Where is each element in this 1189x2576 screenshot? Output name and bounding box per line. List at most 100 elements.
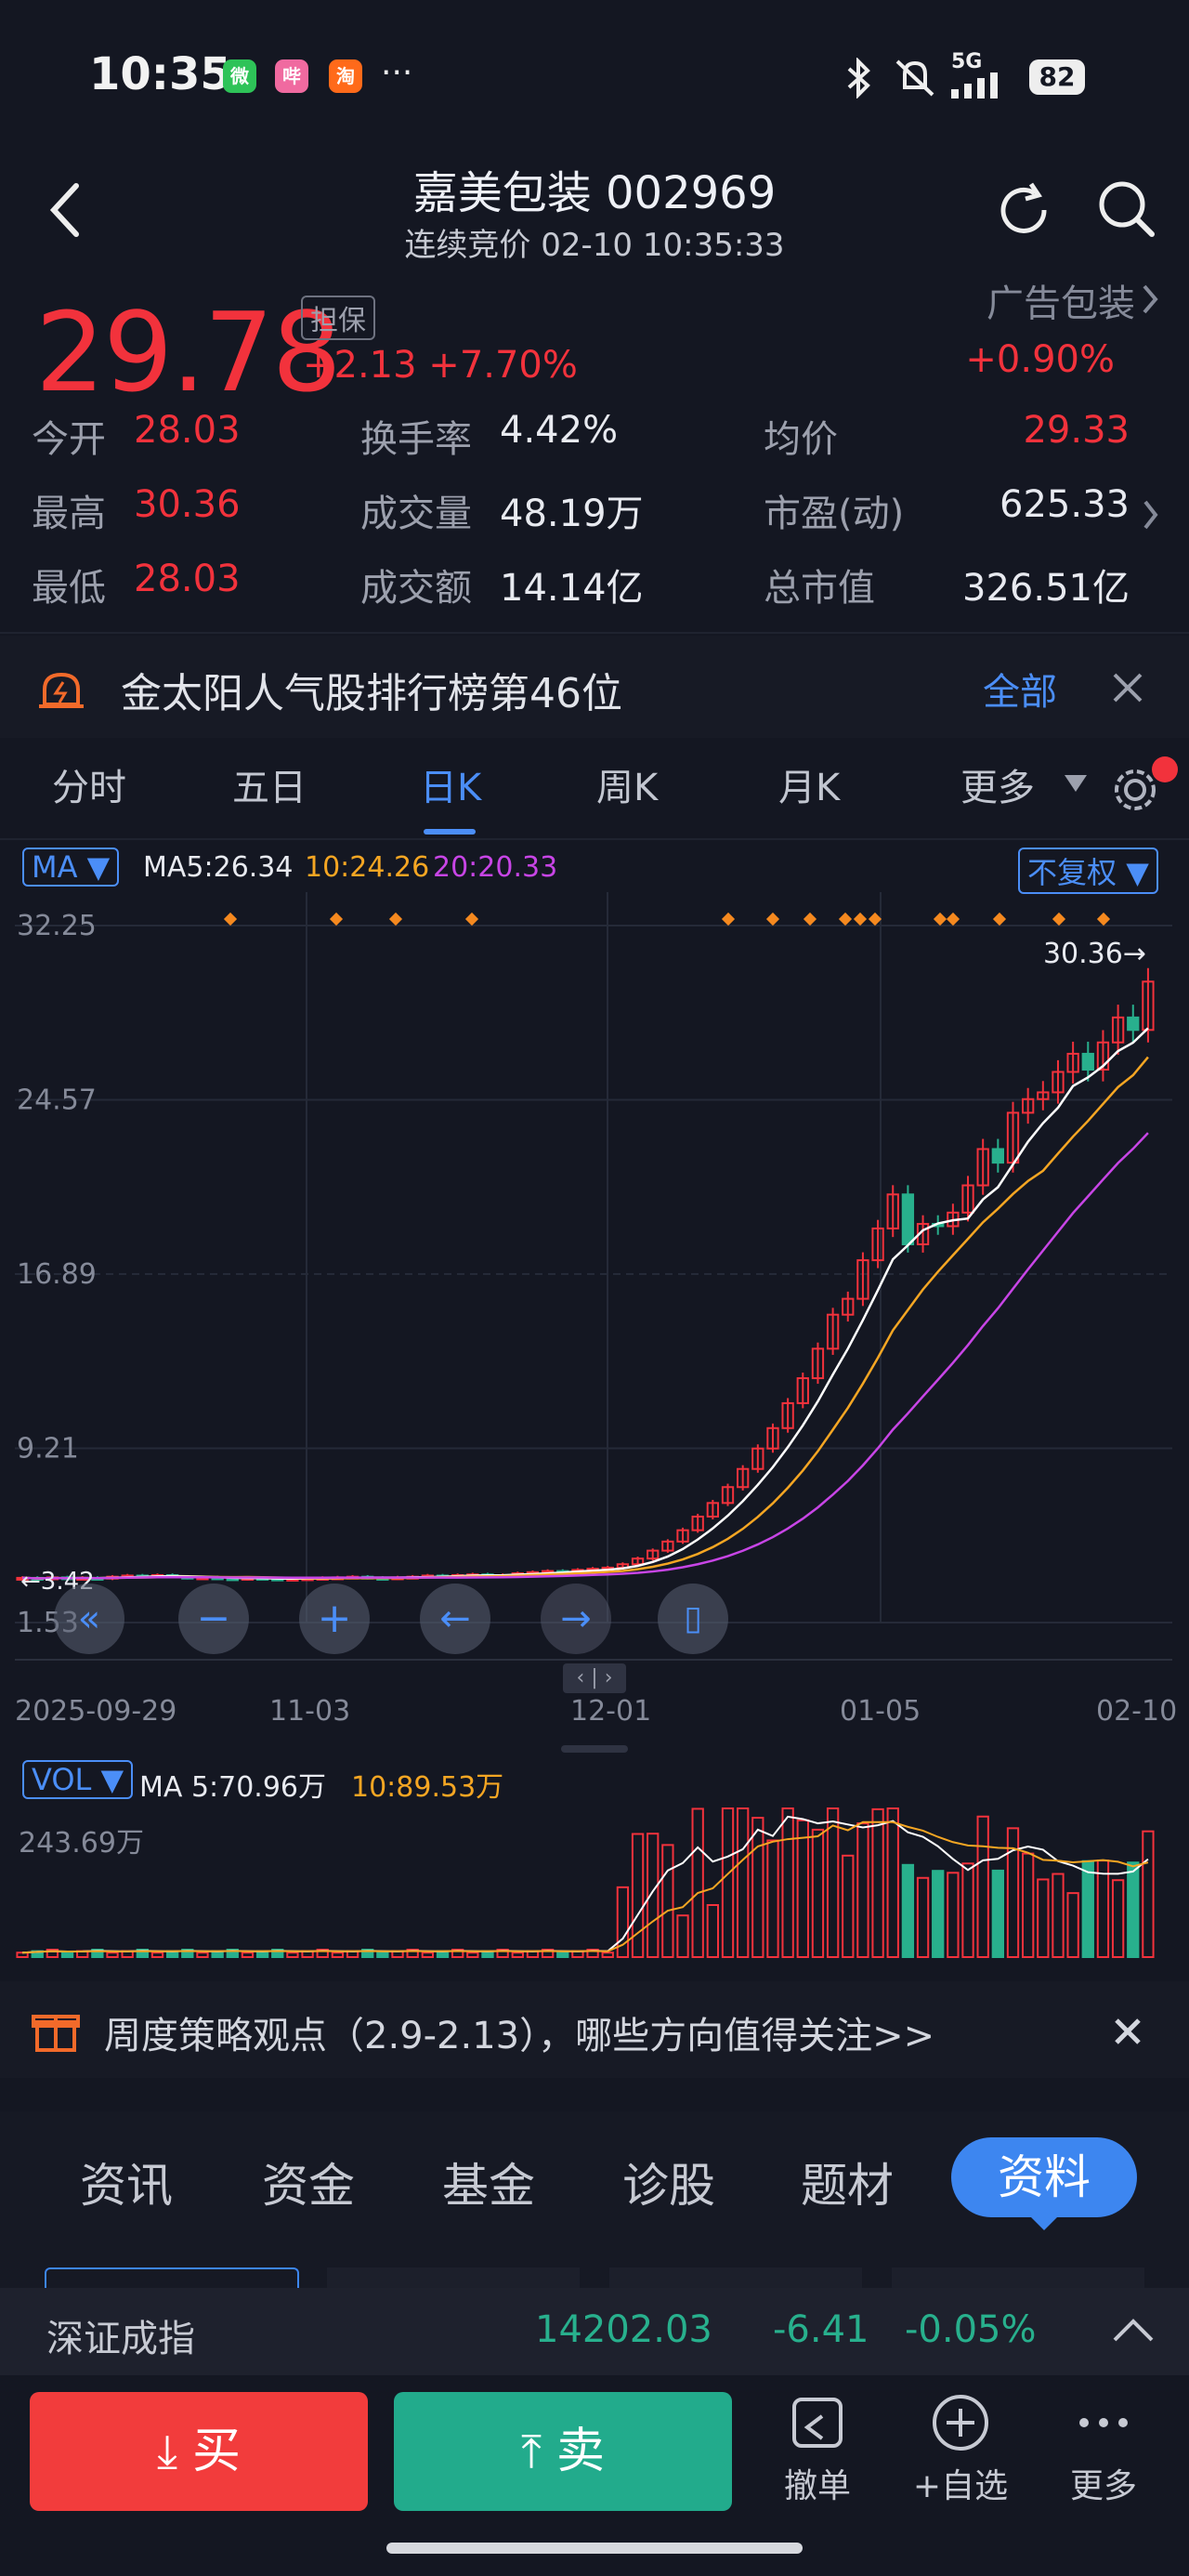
volume-bar [721,1807,735,1958]
stat-value: 48.19万 [500,493,644,535]
volume-bar [1066,1892,1079,1958]
close-icon[interactable] [1113,2017,1143,2046]
volume-bar [766,1839,779,1958]
ma20-label: 20:20.33 [433,851,558,884]
volume-bar [886,1807,899,1958]
max-price-label: 30.36→ [1043,938,1146,970]
subtab-funds-flow[interactable]: 资金 [262,2149,355,2215]
stat-label: 最高 [32,493,106,535]
rotate-screen-icon[interactable]: ▯ [658,1584,728,1654]
subtab-news[interactable]: 资讯 [80,2149,173,2215]
buy-button[interactable]: ⤓ 买 [30,2392,368,2511]
drag-handle[interactable]: ‹ | › [563,1663,626,1693]
tab-more[interactable]: 更多 [960,757,1035,811]
volume-bar [421,1952,434,1958]
subtab-fund[interactable]: 基金 [442,2149,535,2215]
margin-tag[interactable]: 担保 [301,296,375,340]
ma10-line [22,1056,1149,1580]
caret-down-icon[interactable] [1063,773,1089,794]
scroll-left-icon[interactable]: ← [420,1584,490,1654]
signal-marker [946,912,960,927]
promo-bar[interactable]: 周度策略观点（2.9-2.13），哪些方向值得关注>> [0,1981,1189,2078]
signal-marker [868,912,882,927]
candle-body [1081,1052,1094,1071]
rewind-icon[interactable]: « [54,1584,124,1654]
tab-monthly-k[interactable]: 月K [778,757,840,811]
chevron-up-icon[interactable] [1111,2316,1156,2344]
candle-body [1127,1016,1140,1032]
volume-bar [1142,1830,1155,1958]
ma20-line [22,1132,1149,1580]
volume-bar [811,1828,825,1958]
zoom-in-icon[interactable]: + [299,1584,370,1654]
chevron-right-icon[interactable] [1139,281,1161,318]
candle-body [991,1148,1004,1164]
stat-value: 28.03 [134,409,241,452]
y-tick-label: 24.57 [17,1084,97,1117]
index-bar[interactable]: 深证成指 14202.03 -6.41 -0.05% [0,2288,1189,2375]
volume-bar [631,1833,645,1959]
volume-bar [1096,1860,1110,1958]
plus-circle-icon [933,2395,988,2451]
subtab-theme[interactable]: 题材 [801,2149,894,2215]
chevron-right-icon[interactable] [1141,498,1161,532]
stat-value: 625.33 [1000,483,1130,526]
vol-ma10-line [22,1820,1149,1954]
tab-daily-k[interactable]: 日K [420,757,481,811]
card-placeholder [609,2267,862,2288]
y-tick-label: 9.21 [17,1433,79,1465]
index-change-pct: -0.05% [905,2308,1037,2351]
status-bar: 10:35 微 哔 淘 ··· 5G 82 [0,0,1189,149]
stat-label: 市盈(动) [764,493,905,535]
stat-label: 今开 [32,418,106,461]
index-change: -6.41 [773,2308,869,2351]
tab-five-day[interactable]: 五日 [232,757,307,811]
promo-text: 周度策略观点（2.9-2.13），哪些方向值得关注>> [104,2015,935,2057]
notice-bar[interactable]: 金太阳人气股排行榜第46位 全部 [0,636,1189,738]
subtab-profile[interactable]: 资料 [951,2137,1137,2217]
vol-indicator-button[interactable]: VOL ▼ [22,1760,134,1799]
volume-bar [991,1869,1004,1958]
volume-bar [661,1844,674,1958]
stat-value: 14.14亿 [500,567,644,610]
x-tick-label: 01-05 [840,1695,921,1728]
ma-indicator-button[interactable]: MA ▼ [22,848,120,887]
stat-value: 28.03 [134,558,241,600]
signal-marker [992,912,1007,927]
zoom-out-icon[interactable]: − [178,1584,249,1654]
volume-bar [826,1807,840,1958]
ma5-label: MA5:26.34 [143,851,294,884]
candlestick-chart[interactable]: 32.2524.5716.899.211.5330.36→←3.42 [0,892,1189,1673]
volume-bar [796,1819,809,1959]
cancel-order-button[interactable]: 撤单 [762,2392,873,2507]
notice-all-link[interactable]: 全部 [983,662,1057,716]
tab-weekly-k[interactable]: 周K [596,757,658,811]
signal-marker [838,912,853,927]
scroll-right-icon[interactable]: → [541,1584,611,1654]
volume-chart[interactable] [0,1803,1189,1961]
adjust-type-button[interactable]: 不复权 ▼ [1018,848,1158,894]
home-indicator[interactable] [386,2543,803,2554]
volume-bar [150,1952,164,1958]
more-actions-button[interactable]: 更多 [1048,2392,1159,2507]
search-icon[interactable] [1096,178,1157,240]
refresh-icon[interactable] [994,180,1053,240]
status-time: 10:35 [89,48,231,100]
close-icon[interactable] [1111,671,1144,704]
divider [0,838,1189,840]
tab-intraday[interactable]: 分时 [52,757,126,811]
cancel-order-label: 撤单 [783,2467,851,2505]
vol-ma5-line [22,1815,1149,1954]
signal-marker [223,912,238,927]
notification-dot [1152,756,1178,782]
signal-marker [1096,912,1111,927]
ma10-label: 10:24.26 [305,851,430,884]
add-watchlist-button[interactable]: +自选 [905,2392,1016,2507]
sell-button[interactable]: ⤒ 卖 [394,2392,732,2511]
signal-marker [933,912,947,927]
stat-label: 均价 [764,418,838,461]
sector-name[interactable]: 广告包装 [986,273,1135,327]
card-placeholder [327,2267,580,2288]
panel-splitter[interactable] [561,1745,628,1753]
subtab-diagnosis[interactable]: 诊股 [622,2149,715,2215]
